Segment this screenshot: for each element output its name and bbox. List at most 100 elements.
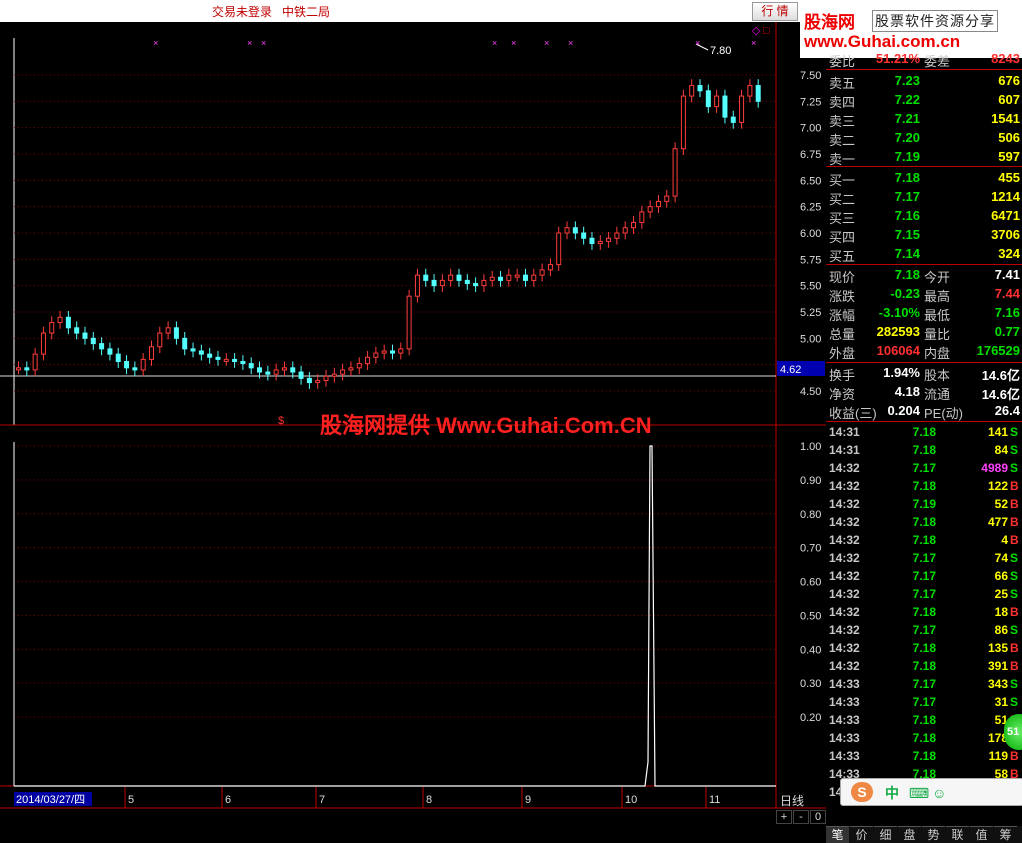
order-book-row[interactable]: 卖二 7.20 506 <box>826 129 1022 148</box>
candle-body <box>481 279 487 287</box>
tick-time: 14:32 <box>829 569 860 583</box>
tick-row[interactable]: 14:33 7.17 343 S <box>826 675 1022 693</box>
candle-body <box>705 90 711 108</box>
diamond-icon[interactable]: ◇ <box>752 25 761 37</box>
tick-volume: 122 <box>987 479 1008 493</box>
tick-row[interactable]: 14:33 7.17 31 S <box>826 693 1022 711</box>
tab-1[interactable]: 价 <box>850 826 873 843</box>
order-book-row[interactable]: 买一 7.18 455 <box>826 169 1022 188</box>
y-tick-label: 5.25 <box>800 307 821 319</box>
tick-row[interactable]: 14:32 7.17 66 S <box>826 567 1022 585</box>
candle-body <box>65 316 71 329</box>
candle-body <box>115 353 121 363</box>
tick-row[interactable]: 14:32 7.17 25 S <box>826 585 1022 603</box>
candle-body <box>431 279 437 287</box>
y-tick-label: 7.00 <box>800 123 821 135</box>
tick-price: 7.18 <box>912 641 936 655</box>
order-book-row[interactable]: 卖一 7.19 597 <box>826 148 1022 167</box>
tick-price: 7.17 <box>912 461 936 475</box>
order-book-row[interactable]: 买四 7.15 3706 <box>826 226 1022 245</box>
indicator-line <box>14 445 776 787</box>
y-tick-label: 0.70 <box>800 543 821 555</box>
tab-4[interactable]: 势 <box>922 826 945 843</box>
stat-value: -3.10% <box>878 305 920 320</box>
tick-row[interactable]: 14:31 7.18 141 S <box>826 423 1022 441</box>
x-marker-icon: × <box>751 38 756 48</box>
stat-label: 流通 <box>924 387 951 402</box>
tick-row[interactable]: 14:32 7.18 4 B <box>826 531 1022 549</box>
tick-row[interactable]: 14:32 7.18 135 B <box>826 639 1022 657</box>
tick-time: 14:33 <box>829 749 860 763</box>
order-book-row[interactable]: 买二 7.17 1214 <box>826 188 1022 207</box>
zoom-out-button[interactable]: - <box>793 810 809 824</box>
tick-side: B <box>1010 533 1019 547</box>
tab-2[interactable]: 细 <box>874 826 897 843</box>
ime-mode[interactable]: 中 ⌨☺ <box>885 783 949 803</box>
tab-5[interactable]: 联 <box>946 826 969 843</box>
price-tag: 4.62 <box>780 364 801 376</box>
tick-volume: 4 <box>1001 533 1008 547</box>
tick-row[interactable]: 14:32 7.18 122 B <box>826 477 1022 495</box>
order-book-row[interactable]: 卖五 7.23 676 <box>826 72 1022 91</box>
order-ratio-row: 委比 51.21% 委差 8243 <box>826 50 1022 69</box>
tick-row[interactable]: 14:31 7.18 84 S <box>826 441 1022 459</box>
candle-body <box>581 232 587 239</box>
order-book-row[interactable]: 买五 7.14 324 <box>826 245 1022 264</box>
tick-row[interactable]: 14:32 7.17 74 S <box>826 549 1022 567</box>
ime-toolbar[interactable]: S 中 ⌨☺ <box>840 778 1022 806</box>
level-label: 买三 <box>829 211 856 226</box>
tick-row[interactable]: 14:32 7.18 391 B <box>826 657 1022 675</box>
zoom-reset-button[interactable]: 0 <box>810 810 826 824</box>
stat-label: 股本 <box>924 368 951 383</box>
tick-price: 7.18 <box>912 713 936 727</box>
tick-volume: 74 <box>994 551 1008 565</box>
quote-button[interactable]: 行 情 <box>752 2 798 21</box>
level-volume: 1541 <box>991 111 1020 126</box>
tab-3[interactable]: 盘 <box>898 826 921 843</box>
stat-row: 净资 4.18 流通 14.6亿 <box>826 383 1022 402</box>
candle-body <box>556 232 562 266</box>
candle-body <box>697 85 703 92</box>
order-book-row[interactable]: 卖三 7.21 1541 <box>826 110 1022 129</box>
stat-label: 内盘 <box>924 346 951 361</box>
ime-tool-icons: ⌨☺ <box>908 785 950 801</box>
tick-time: 14:33 <box>829 677 860 691</box>
window-icon[interactable]: □ <box>763 25 770 37</box>
tick-price: 7.17 <box>912 587 936 601</box>
tick-row[interactable]: 14:32 7.19 52 B <box>826 495 1022 513</box>
tick-row[interactable]: 14:32 7.18 477 B <box>826 513 1022 531</box>
tab-6[interactable]: 值 <box>970 826 993 843</box>
tick-row[interactable]: 14:337.18178B <box>826 729 1022 747</box>
level-volume: 6471 <box>991 208 1020 223</box>
tick-side: S <box>1010 551 1019 565</box>
tick-row[interactable]: 14:33 7.18 119 B <box>826 747 1022 765</box>
candle-body <box>680 95 686 150</box>
tick-row[interactable]: 14:32 7.17 4989 S <box>826 459 1022 477</box>
y-tick-label: 5.50 <box>800 281 821 293</box>
candle-body <box>373 352 379 358</box>
level-label: 买二 <box>829 192 856 207</box>
tick-price: 7.18 <box>912 659 936 673</box>
float-badge[interactable]: 51 <box>1004 714 1022 750</box>
level-price: 7.19 <box>894 149 920 164</box>
tick-row[interactable]: 14:337.1851B <box>826 711 1022 729</box>
tick-time: 14:31 <box>829 425 860 439</box>
candle-body <box>99 343 105 350</box>
order-book-row[interactable]: 卖四 7.22 607 <box>826 91 1022 110</box>
candle-body <box>547 264 553 271</box>
tick-row[interactable]: 14:32 7.17 86 S <box>826 621 1022 639</box>
order-ratio-value: 51.21% <box>875 51 920 66</box>
candle-body <box>639 211 645 223</box>
stat-row: 总量 282593 量比 0.77 <box>826 323 1022 342</box>
tick-row[interactable]: 14:32 7.18 18 B <box>826 603 1022 621</box>
candle-body <box>232 358 238 363</box>
candle-body <box>631 221 637 229</box>
order-book-row[interactable]: 买三 7.16 6471 <box>826 207 1022 226</box>
zoom-in-button[interactable]: + <box>776 810 792 824</box>
tab-7[interactable]: 筹 <box>994 826 1017 843</box>
candle-body <box>498 276 504 281</box>
tick-side: B <box>1010 641 1019 655</box>
period-label[interactable]: 日线 <box>780 792 804 809</box>
logo-url: www.Guhai.com.cn <box>804 32 961 51</box>
tab-0[interactable]: 笔 <box>826 826 849 843</box>
